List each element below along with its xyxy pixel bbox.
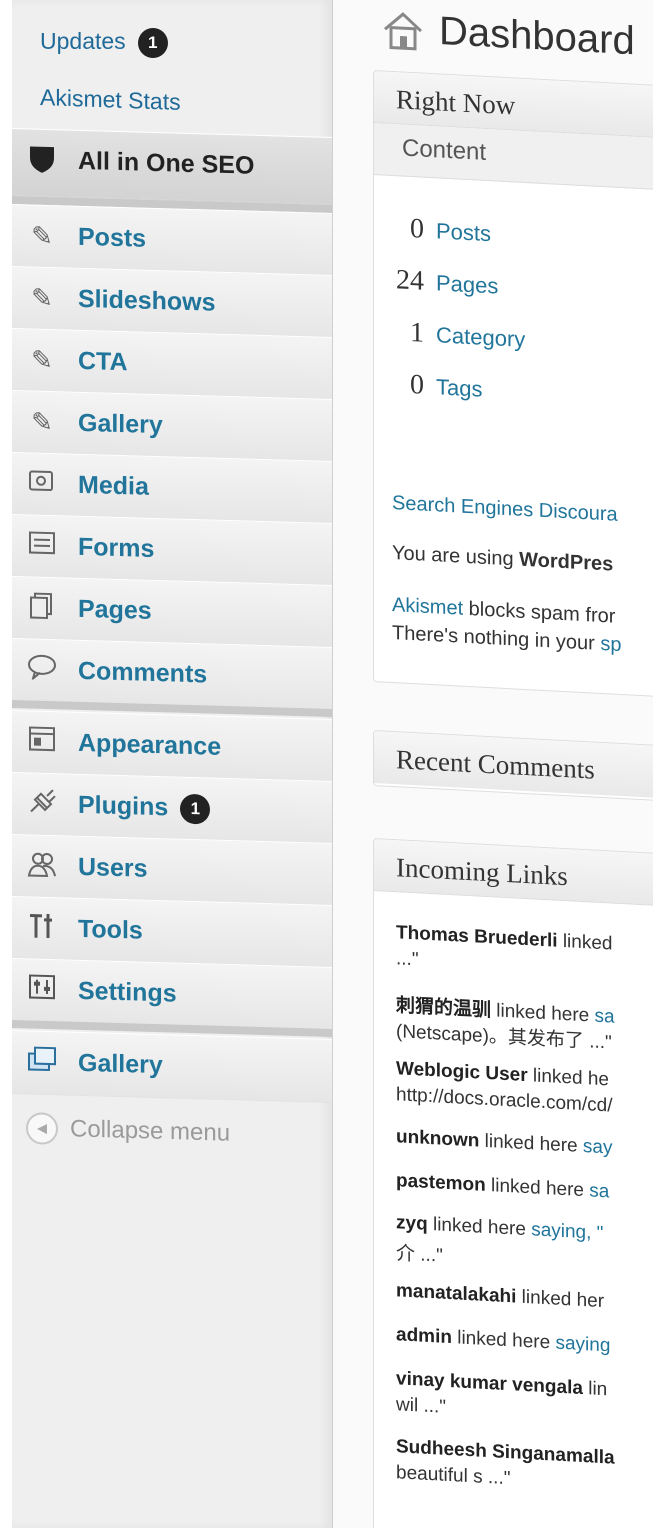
incoming-link-item: 介 ..." — [396, 1243, 443, 1267]
menu-item-gallery[interactable]: ✎ Gallery — [12, 390, 332, 463]
menu-label: Media — [78, 470, 149, 501]
menu-label: Forms — [78, 532, 155, 563]
count-label: Pages — [436, 270, 499, 299]
right-now-widget: Right Now Content 0 Posts 24 Pages 1 Catego… — [373, 70, 653, 699]
media-icon — [26, 467, 58, 500]
menu-item-appearance[interactable]: Appearance — [12, 710, 332, 783]
comment-icon — [26, 653, 58, 686]
incoming-link-item: beautiful s ..." — [396, 1462, 511, 1490]
menu-label: Tools — [78, 914, 143, 945]
incoming-link-item: Thomas Bruederli linked — [396, 922, 613, 955]
appearance-icon — [26, 725, 58, 758]
pin-icon: ✎ — [31, 344, 53, 376]
incoming-link-item: manatalakahi linked her — [396, 1280, 605, 1313]
incoming-links-title[interactable]: Incoming Links — [374, 839, 653, 908]
menu-item-settings[interactable]: Settings — [12, 958, 332, 1031]
akismet-link[interactable]: Akismet — [392, 594, 463, 620]
menu-item-pages[interactable]: Pages — [12, 576, 332, 649]
menu-label: Users — [78, 852, 148, 883]
menu-item-cta[interactable]: ✎ CTA — [12, 328, 332, 401]
count-number: 0 — [410, 212, 424, 245]
forms-icon — [26, 529, 58, 562]
count-label: Tags — [436, 374, 483, 402]
menu-label: Gallery — [78, 408, 163, 440]
spam-queue-link[interactable]: sp — [600, 633, 621, 656]
left-margin — [0, 0, 12, 1528]
page: Updates 1 Akismet Stats All in One SEO ✎ … — [0, 0, 653, 1528]
submenu-akismet-stats[interactable]: Akismet Stats — [40, 84, 181, 116]
incoming-link-item: admin linked here saying — [396, 1324, 611, 1357]
tools-icon — [26, 911, 58, 944]
menu-label: Gallery — [78, 1048, 163, 1080]
pin-icon: ✎ — [31, 406, 53, 438]
home-icon — [381, 9, 425, 51]
menu-label: Posts — [78, 222, 147, 253]
count-number: 1 — [410, 316, 424, 349]
admin-sidebar: Updates 1 Akismet Stats All in One SEO ✎ … — [12, 0, 333, 1528]
menu-item-plugins[interactable]: Plugins 1 — [12, 772, 332, 845]
gallery-icon — [26, 1045, 58, 1078]
incoming-link-item: ..." — [396, 948, 419, 971]
akismet-stats-label: Akismet Stats — [40, 84, 181, 115]
incoming-link-item: pastemon linked here sa — [396, 1170, 610, 1203]
saying-link[interactable]: sa — [595, 1006, 615, 1028]
collapse-arrow-icon: ◀ — [26, 1112, 58, 1145]
count-label: Category — [436, 322, 526, 352]
submenu-updates[interactable]: Updates 1 — [40, 28, 168, 58]
count-label: Posts — [436, 218, 492, 247]
menu-item-forms[interactable]: Forms — [12, 514, 332, 587]
page-title-text: Dashboard — [439, 9, 635, 64]
collapse-menu-label: Collapse menu — [70, 1115, 231, 1147]
pin-icon: ✎ — [31, 220, 53, 252]
saying-link[interactable]: say — [583, 1136, 613, 1159]
pages-icon — [26, 591, 58, 624]
plugin-icon — [26, 787, 58, 820]
menu-label: Comments — [78, 656, 208, 689]
menu-item-gallery-plugin[interactable]: Gallery — [12, 1030, 332, 1103]
menu-item-slideshows[interactable]: ✎ Slideshows — [12, 266, 332, 339]
recent-comments-widget: Recent Comments — [373, 730, 653, 803]
menu-label: Settings — [78, 976, 177, 1008]
saying-link[interactable]: saying, " — [531, 1219, 603, 1244]
count-number: 24 — [396, 264, 424, 297]
search-engines-link[interactable]: Search Engines Discoura — [392, 492, 618, 527]
saying-link[interactable]: sa — [589, 1180, 609, 1202]
count-row[interactable]: 0 Posts — [374, 211, 491, 249]
recent-comments-title[interactable]: Recent Comments — [374, 731, 653, 800]
menu-label: CTA — [78, 346, 128, 377]
menu-label: Appearance — [78, 728, 222, 761]
plugins-count-badge: 1 — [180, 794, 211, 825]
settings-icon — [26, 973, 58, 1006]
menu-item-posts[interactable]: ✎ Posts — [12, 204, 332, 277]
menu-item-media[interactable]: Media — [12, 452, 332, 525]
shield-icon — [26, 143, 58, 176]
incoming-links-widget: Incoming Links Thomas Bruederli linked .… — [373, 838, 653, 1528]
page-title: Dashboard — [381, 6, 635, 64]
menu-label: Pages — [78, 594, 152, 625]
menu-label: Plugins 1 — [78, 791, 211, 825]
users-icon — [26, 849, 58, 882]
menu-item-users[interactable]: Users — [12, 834, 332, 907]
menu-item-all-in-one-seo[interactable]: All in One SEO — [12, 128, 332, 205]
count-row[interactable]: 1 Category — [374, 315, 525, 355]
wordpress-version-text: You are using WordPres — [392, 541, 614, 576]
count-number: 0 — [410, 368, 424, 401]
count-row[interactable]: 0 Tags — [374, 367, 482, 405]
updates-label: Updates — [40, 28, 126, 55]
dashboard-main: Dashboard Right Now Content 0 Posts 24 Pag… — [333, 0, 653, 1528]
updates-count-badge: 1 — [137, 28, 168, 58]
incoming-link-item: unknown linked here say — [396, 1126, 613, 1159]
menu-item-comments[interactable]: Comments — [12, 638, 332, 711]
menu-label: Slideshows — [78, 284, 216, 317]
menu-item-tools[interactable]: Tools — [12, 896, 332, 969]
saying-link[interactable]: saying — [555, 1333, 610, 1357]
menu-label: All in One SEO — [78, 146, 255, 180]
count-row[interactable]: 24 Pages — [374, 263, 498, 302]
incoming-link-item: wil ..." — [396, 1394, 447, 1418]
collapse-menu[interactable]: ◀ Collapse menu — [26, 1112, 230, 1150]
pin-icon: ✎ — [31, 282, 53, 314]
